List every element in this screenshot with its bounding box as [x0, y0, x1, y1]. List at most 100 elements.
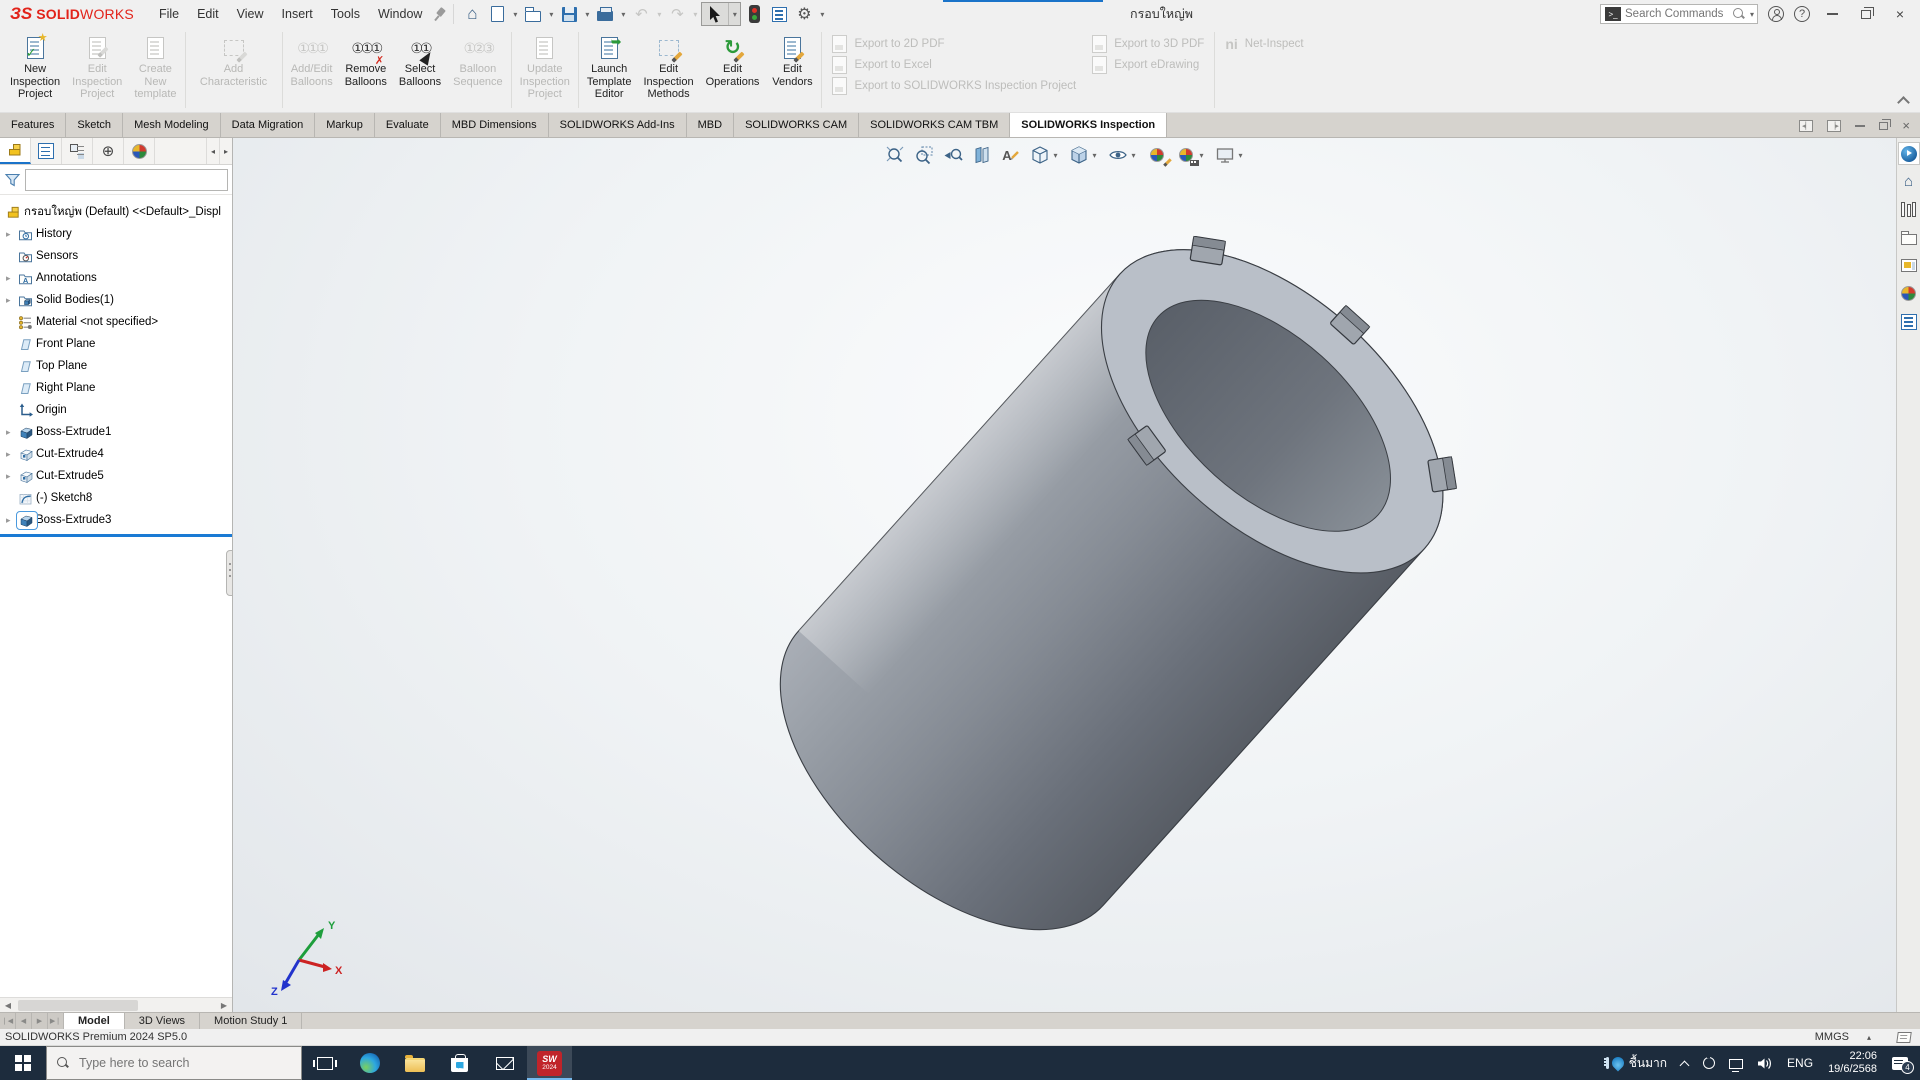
tree-item-annotations[interactable]: ▸ A Annotations [0, 267, 232, 289]
volume-button[interactable] [1750, 1046, 1780, 1080]
select-dropdown[interactable]: ▾ [728, 3, 740, 25]
menu-window[interactable]: Window [369, 2, 431, 26]
select-balloons-button[interactable]: ①① Select Balloons [393, 28, 447, 112]
expand-arrow-icon[interactable]: ▸ [6, 449, 18, 460]
weather-widget[interactable]: ชื้นมาก [1599, 1046, 1674, 1080]
home-tab-button[interactable]: ⌂ [1898, 170, 1920, 193]
tab-model[interactable]: Model [64, 1013, 125, 1029]
dynamic-annotation-views-button[interactable]: A [998, 143, 1024, 167]
rebuild-button[interactable] [742, 2, 766, 26]
print-dropdown[interactable]: ▾ [618, 10, 628, 19]
3dexperience-button[interactable] [1898, 142, 1920, 165]
new-document-button[interactable] [485, 2, 509, 26]
notification-center-button[interactable]: 4 [1885, 1046, 1920, 1080]
taskbar-search[interactable] [46, 1046, 302, 1080]
display-style-button[interactable]: ▾ [1066, 143, 1102, 167]
tab-solidworks-inspection[interactable]: SOLIDWORKS Inspection [1010, 113, 1167, 137]
apply-scene-button[interactable]: ▾ [1173, 143, 1209, 167]
launch-template-editor-button[interactable]: ➥ Launch Template Editor [581, 28, 638, 112]
options-button[interactable]: ⚙ [792, 2, 816, 26]
dock-right-icon[interactable]: ▕▸ [1827, 120, 1841, 132]
configuration-manager-tab[interactable] [62, 138, 93, 164]
previous-view-button[interactable] [940, 143, 966, 167]
start-button[interactable] [0, 1046, 46, 1080]
doc-close-icon[interactable]: × [1902, 119, 1910, 132]
zoom-to-area-button[interactable] [911, 143, 937, 167]
scrollbar-thumb[interactable] [18, 1000, 138, 1011]
next-tab-icon[interactable]: ▶ [32, 1013, 48, 1029]
save-dropdown[interactable]: ▾ [582, 10, 592, 19]
options-dropdown[interactable]: ▾ [817, 10, 827, 19]
tree-item-front-plane[interactable]: Front Plane [0, 333, 232, 355]
view-orientation-button[interactable]: ▾ [1027, 143, 1063, 167]
menu-edit[interactable]: Edit [188, 2, 228, 26]
home-button[interactable]: ⌂ [460, 2, 484, 26]
print-button[interactable] [593, 2, 617, 26]
remove-balloons-button[interactable]: ①①①✗ Remove Balloons [339, 28, 393, 112]
tree-item-sketch8[interactable]: (-) Sketch8 [0, 487, 232, 509]
last-tab-icon[interactable]: ▶❘ [48, 1013, 64, 1029]
scroll-tabs-left-icon[interactable]: ◂ [206, 138, 219, 164]
search-commands-input[interactable] [1625, 8, 1733, 20]
view-settings-dropdown[interactable]: ▾ [1236, 151, 1246, 160]
expand-arrow-icon[interactable]: ▸ [6, 229, 18, 240]
tab-mbd[interactable]: MBD [687, 113, 734, 137]
tree-item-sensors[interactable]: Sensors [0, 245, 232, 267]
tab-features[interactable]: Features [0, 113, 66, 137]
new-document-dropdown[interactable]: ▾ [510, 10, 520, 19]
tree-item-boss-extrude3[interactable]: ▸ Boss-Extrude3 [0, 509, 232, 531]
search-icon[interactable] [1733, 8, 1745, 20]
user-account-icon[interactable] [1768, 6, 1784, 22]
scroll-tabs-right-icon[interactable]: ▸ [219, 138, 232, 164]
expand-arrow-icon[interactable]: ▸ [6, 295, 18, 306]
file-properties-button[interactable] [767, 2, 791, 26]
close-button[interactable]: × [1888, 2, 1912, 26]
doc-minimize-icon[interactable] [1855, 125, 1865, 127]
first-tab-icon[interactable]: ❘◀ [0, 1013, 16, 1029]
tree-item-material[interactable]: Material <not specified> [0, 311, 232, 333]
onedrive-button[interactable] [1696, 1046, 1722, 1080]
solidworks-taskbar-button[interactable]: SW 2024 [527, 1046, 572, 1080]
expand-arrow-icon[interactable]: ▸ [6, 471, 18, 482]
tab-mesh-modeling[interactable]: Mesh Modeling [123, 113, 221, 137]
appearances-scenes-button[interactable] [1898, 282, 1920, 305]
edit-inspection-methods-button[interactable]: Edit Inspection Methods [637, 28, 699, 112]
units-dropdown-icon[interactable]: ▴ [1867, 1033, 1871, 1042]
tree-item-right-plane[interactable]: Right Plane [0, 377, 232, 399]
tree-filter-input[interactable] [25, 169, 228, 191]
rollback-bar[interactable] [0, 534, 232, 537]
open-dropdown[interactable]: ▾ [546, 10, 556, 19]
graphics-viewport[interactable]: A ▾ ▾ [233, 138, 1896, 1012]
hide-show-dropdown[interactable]: ▾ [1129, 151, 1139, 160]
expand-arrow-icon[interactable]: ▸ [6, 273, 18, 284]
section-view-button[interactable] [969, 143, 995, 167]
file-explorer-button[interactable] [392, 1046, 437, 1080]
tab-solidworks-cam-tbm[interactable]: SOLIDWORKS CAM TBM [859, 113, 1010, 137]
tree-item-top-plane[interactable]: Top Plane [0, 355, 232, 377]
tree-item-boss-extrude1[interactable]: ▸ Boss-Extrude1 [0, 421, 232, 443]
clock[interactable]: 22:06 19/6/2568 [1820, 1050, 1885, 1076]
panel-splitter-grip[interactable] [226, 550, 233, 596]
edit-operations-button[interactable]: ↻ Edit Operations [700, 28, 766, 112]
tab-markup[interactable]: Markup [315, 113, 375, 137]
hide-show-items-button[interactable]: ▾ [1105, 143, 1141, 167]
view-palette-button[interactable] [1898, 254, 1920, 277]
menu-view[interactable]: View [228, 2, 273, 26]
part-model-cylinder[interactable] [722, 179, 1510, 991]
tab-data-migration[interactable]: Data Migration [221, 113, 316, 137]
display-manager-tab[interactable] [124, 138, 155, 164]
custom-properties-button[interactable] [1898, 310, 1920, 333]
featuremanager-design-tree-tab[interactable] [0, 138, 31, 164]
select-tool[interactable]: ▾ [701, 2, 741, 26]
task-view-button[interactable] [302, 1046, 347, 1080]
help-icon[interactable]: ? [1794, 6, 1810, 22]
view-settings-button[interactable]: ▾ [1212, 143, 1248, 167]
edit-appearance-button[interactable] [1144, 143, 1170, 167]
doc-restore-icon[interactable] [1879, 122, 1888, 130]
minimize-button[interactable] [1820, 2, 1844, 26]
save-button[interactable] [557, 2, 581, 26]
restore-button[interactable] [1854, 2, 1878, 26]
tree-item-origin[interactable]: Origin [0, 399, 232, 421]
dimxpert-manager-tab[interactable]: ⊕ [93, 138, 124, 164]
zoom-to-fit-button[interactable] [882, 143, 908, 167]
